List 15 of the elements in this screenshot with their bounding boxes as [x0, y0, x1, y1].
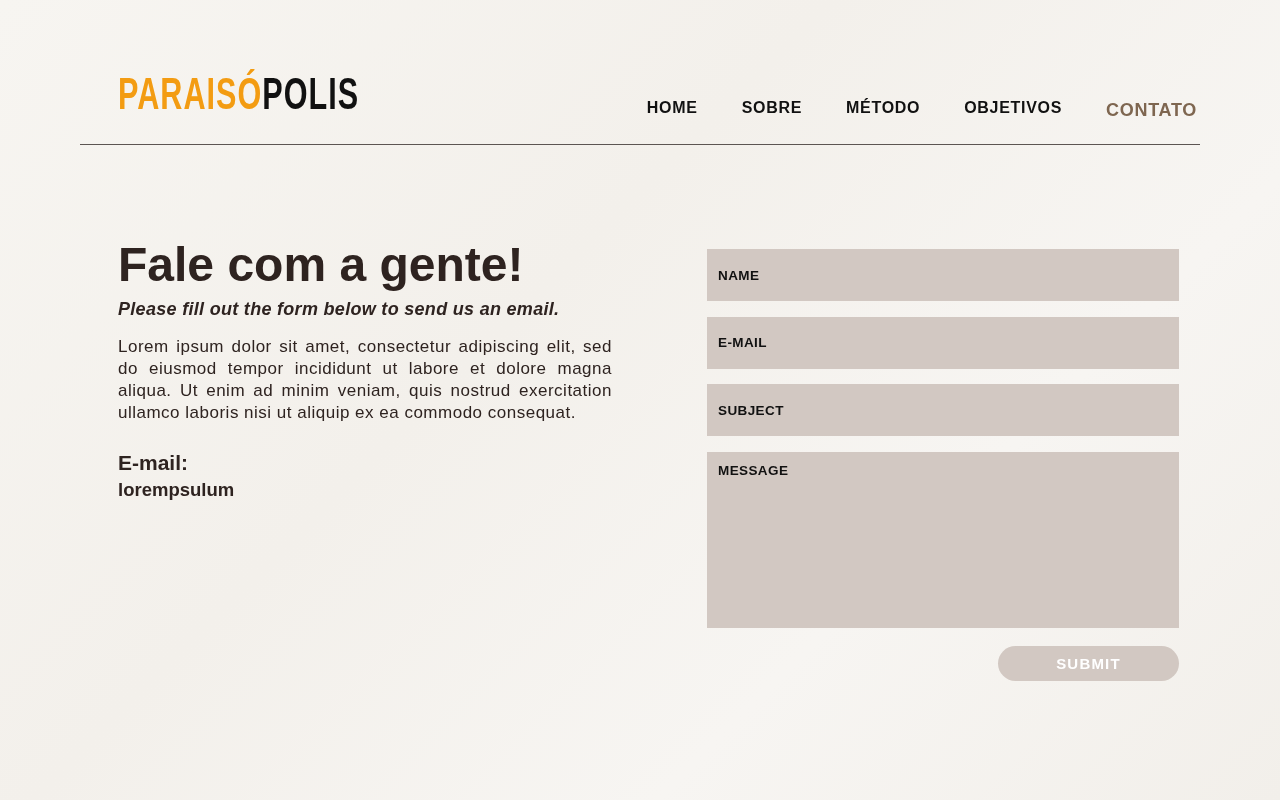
message-field[interactable]: MESSAGE	[707, 451, 1179, 628]
nav-link[interactable]: MÉTODO	[846, 97, 921, 119]
input-field[interactable]: NAME	[707, 249, 1179, 301]
body-paragraph: Lorem ipsum dolor sit amet, consectetur adipiscing elit, sed do eiusmod tempor incididunt ut labore et dolore magna aliqua. Ut enim ad minim veniam, quis nostrud exercitation ullamco laboris nisi ut aliquip ex ea commodo consequat.	[118, 335, 612, 424]
logo[interactable]: PARAISÓPOLIS	[118, 66, 360, 123]
nav-link[interactable]: CONTATO	[1106, 99, 1197, 121]
input-field[interactable]: E-MAIL	[707, 316, 1179, 369]
page-heading: Fale com a gente!	[118, 239, 525, 292]
nav-link[interactable]: OBJETIVOS	[964, 97, 1063, 119]
subtitle: Please fill out the form below to send us an email.	[118, 298, 561, 320]
input-field[interactable]: SUBJECT	[707, 384, 1179, 436]
nav-link[interactable]: SOBRE	[741, 97, 803, 119]
nav-link[interactable]: HOME	[646, 97, 698, 119]
email-label: E-mail:	[118, 450, 189, 475]
email-address: lorempsulum	[118, 478, 236, 501]
